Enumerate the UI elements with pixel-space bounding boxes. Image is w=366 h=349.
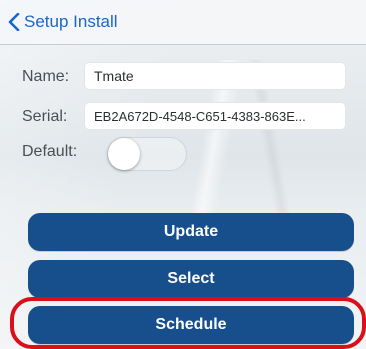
default-label: Default: <box>22 143 78 160</box>
serial-label: Serial: <box>22 108 68 125</box>
back-button[interactable]: Setup Install <box>8 8 118 36</box>
schedule-button[interactable]: Schedule <box>28 306 354 344</box>
name-label: Name: <box>22 68 70 85</box>
toggle-knob <box>108 138 140 170</box>
back-button-label: Setup Install <box>24 12 118 31</box>
chevron-left-icon <box>8 13 20 31</box>
select-button[interactable]: Select <box>28 260 354 298</box>
navigation-bar: Setup Install <box>0 0 366 45</box>
update-button[interactable]: Update <box>28 213 354 251</box>
serial-field[interactable]: EB2A672D-4548-C651-4383-863E... <box>84 102 346 130</box>
name-field[interactable]: Tmate <box>84 62 346 90</box>
default-toggle[interactable] <box>107 137 187 171</box>
